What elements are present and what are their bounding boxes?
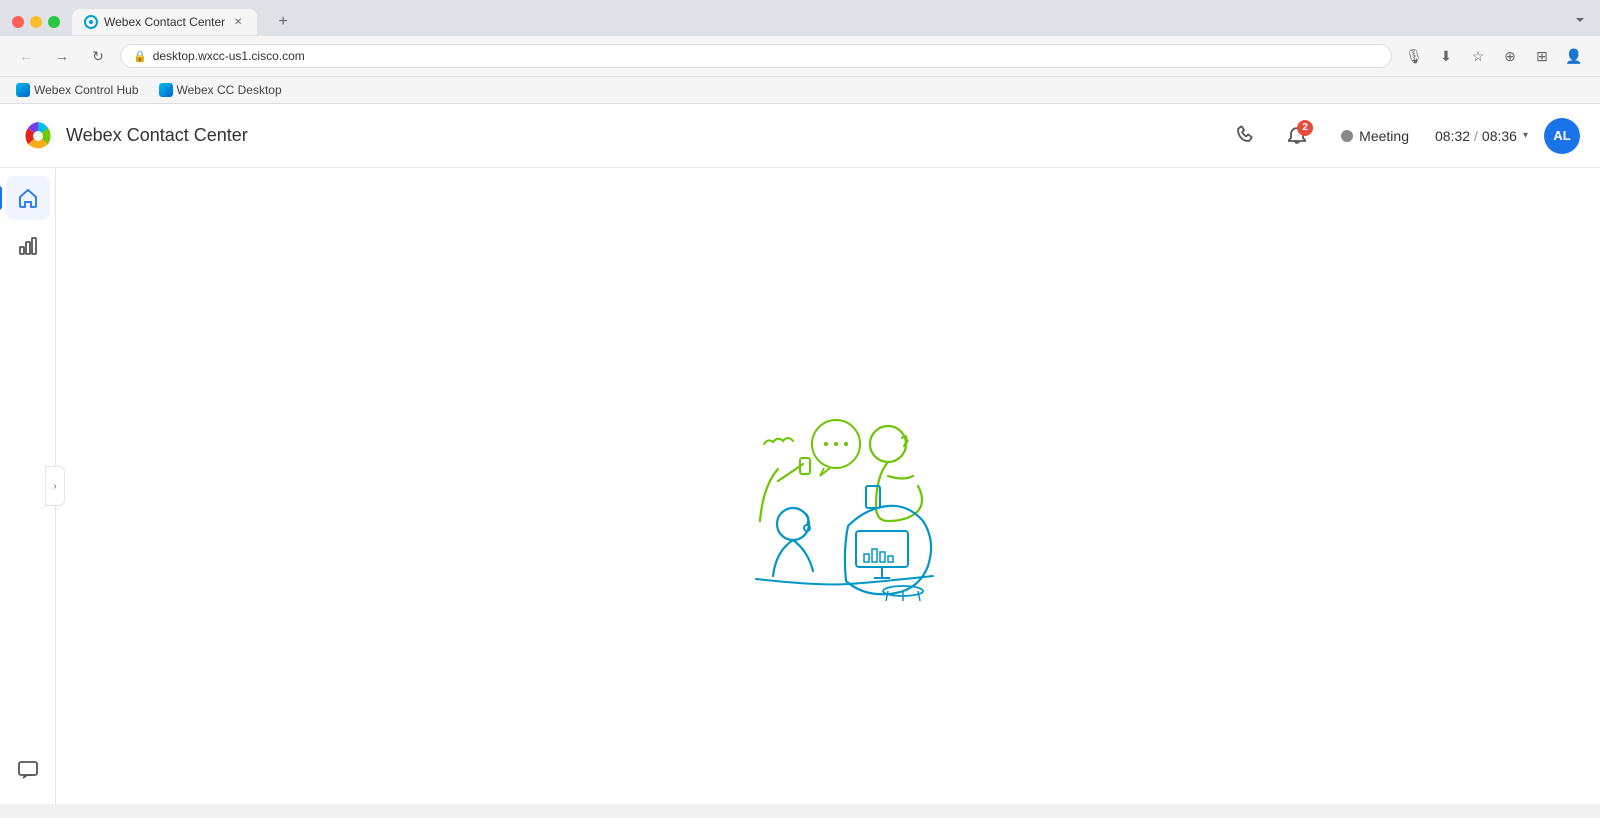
phone-button[interactable]: [1227, 118, 1263, 154]
status-indicator: [1341, 130, 1353, 142]
empty-state-illustration: [688, 356, 968, 616]
bookmark-favicon-control-hub: [16, 83, 30, 97]
bookmark-label-control-hub: Webex Control Hub: [34, 83, 139, 97]
timer-separator: /: [1474, 128, 1478, 144]
traffic-lights: [12, 16, 60, 28]
active-tab[interactable]: Webex Contact Center ✕: [72, 9, 257, 35]
browser-menu-button[interactable]: [1572, 12, 1588, 33]
sidebar-item-home[interactable]: [6, 176, 50, 220]
notification-button[interactable]: 2: [1279, 118, 1315, 154]
app-body: ›: [0, 168, 1600, 804]
bookmark-label-cc-desktop: Webex CC Desktop: [177, 83, 282, 97]
status-button[interactable]: Meeting: [1331, 122, 1419, 150]
tab-title: Webex Contact Center: [104, 15, 225, 29]
fullscreen-traffic-light[interactable]: [48, 16, 60, 28]
webex-logo-icon: [20, 118, 56, 154]
reload-button[interactable]: ↻: [84, 42, 112, 70]
address-text: desktop.wxcc-us1.cisco.com: [153, 49, 305, 63]
timer-display: 08:32 / 08:36 ▾: [1435, 128, 1528, 144]
extensions-icon[interactable]: ⊞: [1528, 42, 1556, 70]
sidebar: ›: [0, 168, 56, 804]
new-tab-button[interactable]: +: [269, 8, 297, 36]
tab-close-button[interactable]: ✕: [231, 15, 245, 29]
app-logo: Webex Contact Center: [20, 118, 248, 154]
sidebar-item-chat[interactable]: [6, 748, 50, 792]
bookmark-cc-desktop[interactable]: Webex CC Desktop: [155, 81, 286, 99]
microphone-icon[interactable]: 🎙: [1400, 42, 1428, 70]
bookmark-control-hub[interactable]: Webex Control Hub: [12, 81, 143, 99]
favorites-icon[interactable]: ⊕: [1496, 42, 1524, 70]
timer-chevron-icon[interactable]: ▾: [1523, 130, 1528, 141]
timer-total: 08:36: [1482, 128, 1517, 144]
close-traffic-light[interactable]: [12, 16, 24, 28]
timer-current: 08:32: [1435, 128, 1470, 144]
bookmark-star-icon[interactable]: ☆: [1464, 42, 1492, 70]
forward-button[interactable]: →: [48, 42, 76, 70]
status-label: Meeting: [1359, 128, 1409, 144]
main-content: [56, 168, 1600, 804]
minimize-traffic-light[interactable]: [30, 16, 42, 28]
lock-icon: 🔒: [133, 50, 147, 63]
address-bar[interactable]: 🔒 desktop.wxcc-us1.cisco.com: [120, 44, 1392, 68]
sidebar-item-analytics[interactable]: [6, 224, 50, 268]
tab-favicon: [84, 15, 98, 29]
app-title: Webex Contact Center: [66, 125, 248, 146]
bookmark-favicon-cc-desktop: [159, 83, 173, 97]
notification-badge: 2: [1297, 120, 1313, 136]
user-profile-icon[interactable]: 👤: [1560, 42, 1588, 70]
download-icon[interactable]: ⬇: [1432, 42, 1460, 70]
app-header: Webex Contact Center 2 Meeting 08:: [0, 104, 1600, 168]
sidebar-expand-button[interactable]: ›: [45, 466, 65, 506]
back-button[interactable]: ←: [12, 42, 40, 70]
user-avatar[interactable]: AL: [1544, 118, 1580, 154]
